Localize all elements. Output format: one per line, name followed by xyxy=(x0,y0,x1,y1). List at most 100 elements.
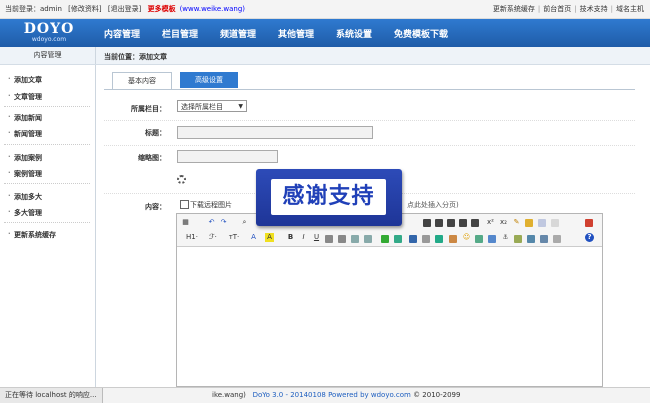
thumbnail-label: 缩略图： xyxy=(138,154,166,162)
promo-url-link[interactable]: (www.weike.wang) xyxy=(180,5,245,13)
highlight-icon[interactable]: A xyxy=(265,233,274,242)
nav-item-channels[interactable]: 频道管理 xyxy=(220,27,256,40)
underline-icon[interactable]: U xyxy=(312,233,321,242)
font-size-dropdown[interactable]: тT· xyxy=(225,233,243,242)
nav-item-other[interactable]: 其他管理 xyxy=(278,27,314,40)
topbar-left: 当前登录：admin [修改资料] [退出登录] 更多模板 (www.weike.… xyxy=(5,4,249,14)
help-icon[interactable]: ? xyxy=(585,233,594,242)
edit-profile-link[interactable]: [修改资料] xyxy=(68,5,101,13)
tech-support-link[interactable]: 技术支持 xyxy=(580,5,608,13)
title-input[interactable] xyxy=(177,126,373,139)
tab-advanced[interactable]: 高级设置 xyxy=(180,72,238,88)
footer-years: © 2010-2099 xyxy=(413,391,461,399)
sidebar-divider xyxy=(4,106,90,107)
justify-right-icon[interactable] xyxy=(447,219,455,227)
browser-status: 正在等待 localhost 的响应... xyxy=(0,388,103,403)
logout-link[interactable]: [退出登录] xyxy=(108,5,141,13)
map-icon[interactable] xyxy=(540,235,548,243)
logo: DOYO wdoyo.com xyxy=(10,22,88,46)
loading-spinner-icon xyxy=(177,175,186,184)
source-icon[interactable]: ▦ xyxy=(181,218,190,227)
thumbnail-input[interactable] xyxy=(177,150,278,163)
current-user-label: 当前登录：admin xyxy=(5,5,62,13)
sidebar-item-add-article[interactable]: 添加文章 xyxy=(8,75,42,85)
breadcrumb: 当前位置：添加文章 xyxy=(104,53,167,61)
quickformat-icon[interactable] xyxy=(525,219,533,227)
anchor-icon[interactable] xyxy=(409,235,417,243)
blockquote-icon[interactable] xyxy=(338,235,346,243)
domain-host-link[interactable]: 域名主机 xyxy=(616,5,644,13)
strikethrough-icon[interactable] xyxy=(325,235,333,243)
row-divider xyxy=(104,120,635,121)
justify-center-icon[interactable] xyxy=(435,219,443,227)
sidebar-item-manage-duoda[interactable]: 多大管理 xyxy=(8,208,42,218)
unlink-icon[interactable] xyxy=(394,235,402,243)
update-cache-link[interactable]: 更新系统缓存 xyxy=(493,5,535,13)
emoticon-icon[interactable]: ☺ xyxy=(462,233,471,242)
image-icon[interactable] xyxy=(475,235,483,243)
page-break-hint[interactable]: 点此处插入分页) xyxy=(407,200,459,210)
promo-label[interactable]: 更多模板 xyxy=(148,5,176,13)
sidebar-title: 内容管理 xyxy=(0,47,96,64)
settings-icon[interactable] xyxy=(553,235,561,243)
heading-dropdown[interactable]: H1· xyxy=(183,233,201,242)
fullscreen-icon[interactable] xyxy=(585,219,593,227)
table-icon[interactable] xyxy=(435,235,443,243)
find-icon[interactable]: ⌕ xyxy=(240,218,249,227)
tab-basic[interactable]: 基本内容 xyxy=(112,72,172,90)
sidebar-divider xyxy=(4,144,90,145)
media-icon[interactable] xyxy=(514,235,522,243)
link-icon[interactable] xyxy=(381,235,389,243)
multi-image-icon[interactable] xyxy=(488,235,496,243)
main-nav: DOYO wdoyo.com 内容管理 栏目管理 频道管理 其他管理 系统设置 … xyxy=(0,19,650,47)
nav-item-templates[interactable]: 免费模板下载 xyxy=(394,27,448,40)
nav-item-columns[interactable]: 栏目管理 xyxy=(162,27,198,40)
outdent-icon[interactable] xyxy=(364,235,372,243)
row-divider xyxy=(104,145,635,146)
logo-site: wdoyo.com xyxy=(31,36,67,43)
thanks-popup-inner: 感谢支持 xyxy=(271,179,386,215)
sidebar-item-add-news[interactable]: 添加新闻 xyxy=(8,113,42,123)
breadcrumb-bar: 内容管理 当前位置：添加文章 xyxy=(0,47,650,65)
justify-full-icon[interactable] xyxy=(459,219,467,227)
sidebar-divider xyxy=(4,183,90,184)
footer-url-tail: ike.wang) xyxy=(212,391,246,399)
sidebar-item-update-cache[interactable]: 更新系统缓存 xyxy=(8,230,56,240)
list-icon[interactable] xyxy=(471,219,479,227)
sidebar-item-manage-cases[interactable]: 案例管理 xyxy=(8,169,42,179)
content-editor[interactable]: ▦ ↶ ↷ ⌕ x² x₂ ✎ H1· ℱ· тT· A A B I U ☺ ⚓… xyxy=(176,213,603,387)
frontpage-link[interactable]: 前台首页 xyxy=(543,5,571,13)
flash-icon[interactable] xyxy=(527,235,535,243)
tab-divider xyxy=(104,89,635,90)
select-all-icon[interactable] xyxy=(538,219,546,227)
attachment-icon[interactable] xyxy=(422,235,430,243)
horizontal-rule-icon[interactable] xyxy=(449,235,457,243)
format-brush-icon[interactable]: ✎ xyxy=(512,218,521,227)
footer-site-link[interactable]: wdoyo.com xyxy=(371,391,411,399)
indent-icon[interactable] xyxy=(351,235,359,243)
nav-item-content[interactable]: 内容管理 xyxy=(104,27,140,40)
special-char-icon[interactable]: ⚓ xyxy=(501,233,510,242)
nav-item-system[interactable]: 系统设置 xyxy=(336,27,372,40)
footer-copyright: ike.wang) DoYo 3.0 - 20140108 Powered by… xyxy=(212,391,460,399)
superscript-icon[interactable]: x² xyxy=(486,218,495,227)
italic-icon[interactable]: I xyxy=(299,233,308,242)
sidebar-item-add-case[interactable]: 添加案例 xyxy=(8,153,42,163)
title-label: 标题： xyxy=(145,129,166,137)
top-utility-bar: 当前登录：admin [修改资料] [退出登录] 更多模板 (www.weike.… xyxy=(0,0,650,19)
subscript-icon[interactable]: x₂ xyxy=(499,218,508,227)
undo-icon[interactable]: ↶ xyxy=(207,218,216,227)
redo-icon[interactable]: ↷ xyxy=(219,218,228,227)
footer-product: DoYo 3.0 - 20140108 Powered by xyxy=(252,391,369,399)
remote-image-checkbox[interactable] xyxy=(180,200,189,209)
font-color-icon[interactable]: A xyxy=(249,233,258,242)
remote-image-label: 下载远程图片 xyxy=(190,201,232,209)
font-family-dropdown[interactable]: ℱ· xyxy=(205,233,221,242)
sidebar-item-manage-news[interactable]: 新闻管理 xyxy=(8,129,42,139)
justify-left-icon[interactable] xyxy=(423,219,431,227)
sidebar-item-add-duoda[interactable]: 添加多大 xyxy=(8,192,42,202)
clear-format-icon[interactable] xyxy=(551,219,559,227)
category-select[interactable]: 选择所属栏目 ▼ xyxy=(177,100,247,112)
sidebar-item-manage-articles[interactable]: 文章管理 xyxy=(8,92,42,102)
bold-icon[interactable]: B xyxy=(286,233,295,242)
